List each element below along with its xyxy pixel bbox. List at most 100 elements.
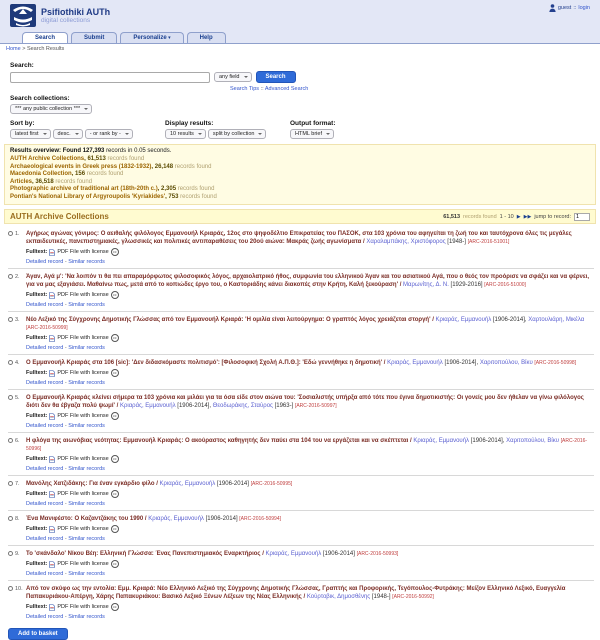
detailed-record-link[interactable]: Detailed record bbox=[26, 345, 63, 351]
result-checkbox[interactable] bbox=[8, 481, 13, 486]
license-icon[interactable]: cc bbox=[111, 412, 119, 420]
add-to-basket-button[interactable]: Add to basket bbox=[8, 628, 68, 640]
similar-records-link[interactable]: Similar records bbox=[68, 571, 105, 577]
license-icon[interactable]: cc bbox=[111, 603, 119, 611]
overview-collection-link[interactable]: Macedonia Collection bbox=[10, 171, 72, 177]
overview-collection-link[interactable]: Photographic archive of traditional art … bbox=[10, 186, 158, 192]
fulltext-link[interactable]: PDF File with license bbox=[57, 561, 108, 567]
display-select-1[interactable]: 10 results bbox=[165, 129, 206, 139]
similar-records-link[interactable]: Similar records bbox=[68, 302, 105, 308]
detailed-record-link[interactable]: Detailed record bbox=[26, 259, 63, 265]
tab-personalize[interactable]: Personalize ▾ bbox=[120, 32, 183, 43]
license-icon[interactable]: cc bbox=[111, 560, 119, 568]
similar-records-link[interactable]: Similar records bbox=[68, 259, 105, 265]
similar-records-link[interactable]: Similar records bbox=[68, 614, 105, 620]
result-checkbox[interactable] bbox=[8, 317, 13, 322]
author-link[interactable]: Χαρτουλιάρη, Μικέλα bbox=[528, 317, 584, 323]
similar-records-link[interactable]: Similar records bbox=[68, 380, 105, 386]
author-link[interactable]: Χαραλαμπάκης, Χριστόφορος bbox=[366, 239, 445, 245]
license-icon[interactable]: cc bbox=[111, 334, 119, 342]
author-link[interactable]: Κριαράς, Εμμανουήλ bbox=[120, 403, 176, 409]
detailed-record-link[interactable]: Detailed record bbox=[26, 614, 63, 620]
advanced-search-link[interactable]: Advanced Search bbox=[265, 86, 308, 92]
fulltext-link[interactable]: PDF File with license bbox=[57, 413, 108, 419]
tab-search[interactable]: Search bbox=[22, 32, 68, 43]
field-select[interactable]: any field bbox=[214, 72, 252, 82]
result-checkbox[interactable] bbox=[8, 438, 13, 443]
search-button[interactable]: Search bbox=[256, 71, 296, 83]
result-checkbox[interactable] bbox=[8, 586, 13, 591]
result-title[interactable]: Ο Εμμανουήλ Κριαράς στα 106 [sic]: 'Δεν … bbox=[26, 360, 382, 366]
author-link[interactable]: Κούρτοβικ, Δημοσθένης bbox=[307, 594, 370, 600]
similar-records-link[interactable]: Similar records bbox=[68, 345, 105, 351]
license-icon[interactable]: cc bbox=[111, 455, 119, 463]
detailed-record-link[interactable]: Detailed record bbox=[26, 571, 63, 577]
last-page-icon[interactable]: ▶▶ bbox=[524, 214, 532, 220]
detailed-record-link[interactable]: Detailed record bbox=[26, 302, 63, 308]
collection-title[interactable]: AUTH Archive Collections bbox=[10, 212, 109, 221]
similar-records-link[interactable]: Similar records bbox=[68, 536, 105, 542]
similar-records-link[interactable]: Similar records bbox=[68, 501, 105, 507]
sort-select-1[interactable]: latest first bbox=[10, 129, 51, 139]
result-checkbox[interactable] bbox=[8, 516, 13, 521]
jump-to-record-input[interactable] bbox=[574, 213, 590, 221]
author-link[interactable]: Κριαράς, Εμμανουήλ bbox=[387, 360, 443, 366]
search-input[interactable] bbox=[10, 72, 210, 83]
fulltext-link[interactable]: PDF File with license bbox=[57, 526, 108, 532]
result-checkbox[interactable] bbox=[8, 360, 13, 365]
author-link[interactable]: Χαριτοπούλου, Βίκυ bbox=[506, 438, 559, 444]
fulltext-link[interactable]: PDF File with license bbox=[57, 292, 108, 298]
detailed-record-link[interactable]: Detailed record bbox=[26, 423, 63, 429]
display-select-2[interactable]: split by collection bbox=[208, 129, 267, 139]
license-icon[interactable]: cc bbox=[111, 291, 119, 299]
overview-collection-link[interactable]: Pontian's National Library of Argyroupol… bbox=[10, 194, 165, 200]
result-title[interactable]: Το 'σκάνδαλο' Νίκου Βέη: Ελληνική Γλώσσα… bbox=[26, 551, 261, 557]
fulltext-link[interactable]: PDF File with license bbox=[57, 456, 108, 462]
sort-select-3[interactable]: - or rank by - bbox=[85, 129, 133, 139]
similar-records-link[interactable]: Similar records bbox=[68, 423, 105, 429]
tab-help[interactable]: Help bbox=[187, 32, 226, 43]
result-checkbox[interactable] bbox=[8, 274, 13, 279]
license-icon[interactable]: cc bbox=[111, 369, 119, 377]
author-link[interactable]: Κριαράς, Εμμανουήλ bbox=[148, 516, 204, 522]
author-link[interactable]: Κριαράς, Εμμανουήλ bbox=[266, 551, 322, 557]
result-title[interactable]: Ένα Μανιφέστο: Ο Καζαντζάκης του 1990 bbox=[26, 516, 143, 522]
result-title[interactable]: Η φλόγα της αιωνόβιας νεότητας: Εμμανουή… bbox=[26, 438, 408, 444]
overview-collection-link[interactable]: Archaeological events in Greek press (18… bbox=[10, 164, 151, 170]
author-link[interactable]: Κριαράς, Εμμανουήλ bbox=[436, 317, 492, 323]
breadcrumb-home[interactable]: Home bbox=[6, 46, 21, 52]
next-page-icon[interactable]: ▶ bbox=[517, 214, 521, 220]
result-title[interactable]: Μανόλης Χατζιδάκης: Για έναν εγκάρδιο φί… bbox=[26, 481, 155, 487]
result-checkbox[interactable] bbox=[8, 551, 13, 556]
result-checkbox[interactable] bbox=[8, 231, 13, 236]
fulltext-link[interactable]: PDF File with license bbox=[57, 249, 108, 255]
author-link[interactable]: Χαριτοπούλου, Βίκυ bbox=[480, 360, 533, 366]
overview-collection-link[interactable]: AUTH Archive Collections bbox=[10, 156, 84, 162]
fulltext-link[interactable]: PDF File with license bbox=[57, 491, 108, 497]
collections-select[interactable]: *** any public collection *** bbox=[10, 104, 92, 114]
sort-select-2[interactable]: desc. bbox=[53, 129, 83, 139]
result-title[interactable]: Από τον σκύφο ως την εντολία: Εμμ. Κριαρ… bbox=[26, 586, 565, 600]
overview-collection-link[interactable]: Articles bbox=[10, 179, 32, 185]
result-checkbox[interactable] bbox=[8, 395, 13, 400]
output-format-select[interactable]: HTML brief bbox=[290, 129, 334, 139]
license-icon[interactable]: cc bbox=[111, 525, 119, 533]
search-tips-link[interactable]: Search Tips bbox=[230, 86, 259, 92]
detailed-record-link[interactable]: Detailed record bbox=[26, 380, 63, 386]
fulltext-link[interactable]: PDF File with license bbox=[57, 370, 108, 376]
detailed-record-link[interactable]: Detailed record bbox=[26, 501, 63, 507]
similar-records-link[interactable]: Similar records bbox=[68, 466, 105, 472]
fulltext-link[interactable]: PDF File with license bbox=[57, 604, 108, 610]
tab-submit[interactable]: Submit bbox=[71, 32, 117, 43]
detailed-record-link[interactable]: Detailed record bbox=[26, 466, 63, 472]
author-link[interactable]: Μαρωνίτης, Δ. Ν. bbox=[403, 282, 449, 288]
license-icon[interactable]: cc bbox=[111, 248, 119, 256]
detailed-record-link[interactable]: Detailed record bbox=[26, 536, 63, 542]
fulltext-link[interactable]: PDF File with license bbox=[57, 335, 108, 341]
author-link[interactable]: Κριαράς, Εμμανουήλ bbox=[413, 438, 469, 444]
author-link[interactable]: Κριαράς, Εμμανουήλ bbox=[160, 481, 216, 487]
login-link[interactable]: login bbox=[578, 5, 590, 11]
site-brand[interactable]: Psifiothiki AUTh digital collections bbox=[8, 2, 592, 28]
author-link[interactable]: Θεοδωράκης, Σταύρος bbox=[213, 403, 273, 409]
result-title[interactable]: Νέο Λεξικό της Σύγχρονης Δημοτικής Γλώσσ… bbox=[26, 317, 431, 323]
